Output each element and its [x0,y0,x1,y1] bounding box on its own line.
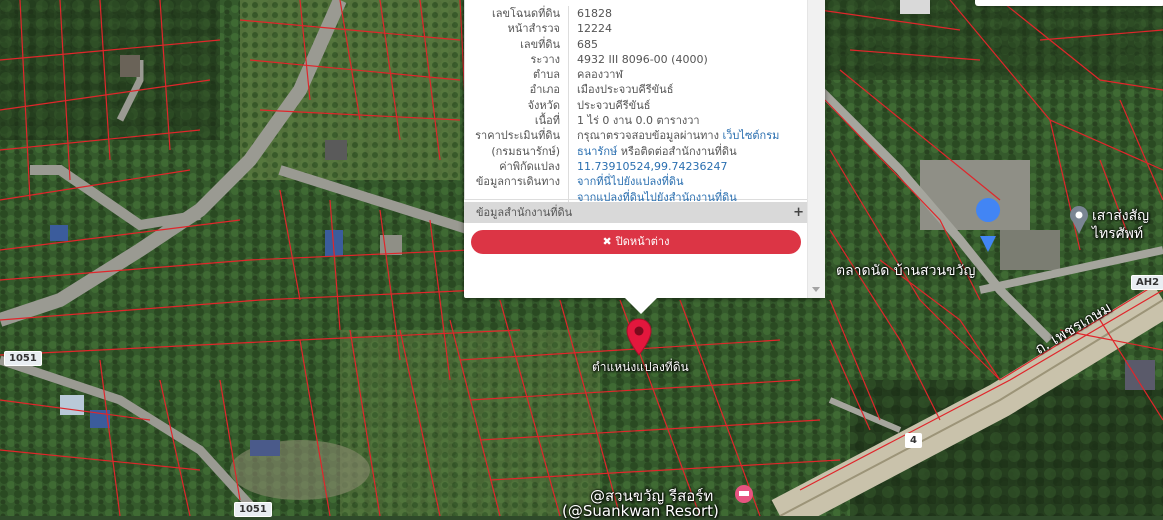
info-key: ตำบล [465,67,569,83]
info-row-deed-no: เลขโฉนดที่ดิน 61828 [465,6,807,22]
info-row-district: อำเภอ เมืองประจวบคีรีขันธ์ [465,82,807,98]
info-row-directions: ข้อมูลการเดินทาง จากที่นี่ไปยังแปลงที่ดิ… [465,174,807,205]
close-window-button[interactable]: ✖ ปิดหน้าต่าง [471,230,801,254]
hotel-icon [735,485,753,503]
info-row-area: เนื้อที่ 1 ไร่ 0 งาน 0.0 ตารางวา [465,113,807,129]
info-row-province: จังหวัด ประจวบคีรีขันธ์ [465,97,807,114]
info-key: เลขโฉนดที่ดิน [465,6,569,22]
info-key: อำเภอ [465,82,569,98]
info-value: จากที่นี่ไปยังแปลงที่ดิน จากแปลงที่ดินไปย… [569,174,737,205]
info-value: กรุณาตรวจสอบข้อมูลผ่านทาง เว็บไซต์กรมธนา… [569,128,779,159]
close-window-label: ปิดหน้าต่าง [615,235,670,248]
parcel-info-table: เลขโฉนดที่ดิน 61828 หน้าสำรวจ 12224 เลขที่… [464,0,808,205]
parcel-location-label: ตำแหน่งแปลงที่ดิน [592,360,689,374]
map-search-box[interactable] [975,0,1163,6]
land-office-info-section[interactable]: ข้อมูลสำนักงานที่ดิน + [464,202,808,223]
popup-pointer-tip [624,297,658,314]
info-value: 11.73910524,99.74236247 [569,159,727,174]
info-value: ประจวบคีรีขันธ์ [577,98,651,112]
info-value: 1 ไร่ 0 งาน 0.0 ตารางวา [577,114,700,128]
price-key-line1: ราคาประเมินที่ดิน [475,129,560,143]
price-text-1: กรุณาตรวจสอบข้อมูลผ่านทาง [577,129,719,143]
info-key: เนื้อที่ [465,113,569,129]
info-row-appraisal-price: ราคาประเมินที่ดิน (กรมธนารักษ์) กรุณาตรวจ… [465,128,807,159]
info-key: ระวาง [465,51,569,68]
expand-plus-icon[interactable]: + [793,202,804,223]
info-value: 4932 III 8096-00 (4000) [577,52,708,66]
info-row-map-sheet: ระวาง 4932 III 8096-00 (4000) [465,51,807,68]
resort-label-line2: (@Suankwan Resort) [562,502,719,520]
tower-label-line2: ไทรศัพท์ [1092,226,1144,242]
info-value: คลองวาฬ [577,68,623,82]
info-value: 61828 [577,7,612,20]
info-row-land-no: เลขที่ดิน 685 [465,36,807,52]
road-badge-1051-bottom: 1051 [234,502,272,517]
info-key: หน้าสำรวจ [465,21,569,37]
close-icon: ✖ [602,235,612,248]
info-value: 685 [577,37,598,51]
info-row-coordinates: ค่าพิกัดแปลง 11.73910524,99.74236247 [465,158,807,175]
info-row-subdistrict: ตำบล คลองวาฬ [465,67,807,83]
info-value: เมืองประจวบคีรีขันธ์ [577,83,674,97]
market-label: ตลาดนัด บ้านสวนขวัญ [836,263,976,279]
road-badge-ah2: AH2 [1131,275,1163,290]
info-row-survey-page: หน้าสำรวจ 12224 [465,21,807,37]
info-key: เลขที่ดิน [465,36,569,52]
price-key-line2: (กรมธนารักษ์) [491,144,560,158]
price-text-2: หรือติดต่อสำนักงานที่ดิน [620,144,737,158]
scroll-down-arrow-icon[interactable] [812,287,820,292]
land-office-section-label: ข้อมูลสำนักงานที่ดิน [476,206,573,219]
road-badge-4: 4 [905,433,922,448]
directions-to-parcel-link[interactable]: จากที่นี่ไปยังแปลงที่ดิน [577,175,683,188]
popup-content: เลขโฉนดที่ดิน 61828 หน้าสำรวจ 12224 เลขที่… [464,0,808,298]
info-key: ข้อมูลการเดินทาง [465,174,569,205]
parcel-info-popup: เลขโฉนดที่ดิน 61828 หน้าสำรวจ 12224 เลขที่… [464,0,825,314]
info-value: 12224 [577,22,612,36]
parcel-location-pin-icon[interactable] [626,318,652,360]
popup-scrollbar[interactable] [807,0,825,298]
coordinates-link[interactable]: 11.73910524,99.74236247 [577,160,727,173]
treasury-link-part1[interactable]: เว็บไซต์กรม [723,129,780,142]
treasury-link-part2[interactable]: ธนารักษ์ [577,145,617,158]
info-key: ค่าพิกัดแปลง [465,158,569,175]
info-key: จังหวัด [465,97,569,114]
road-badge-1051-left: 1051 [4,351,42,366]
info-key: ราคาประเมินที่ดิน (กรมธนารักษ์) [465,128,569,159]
